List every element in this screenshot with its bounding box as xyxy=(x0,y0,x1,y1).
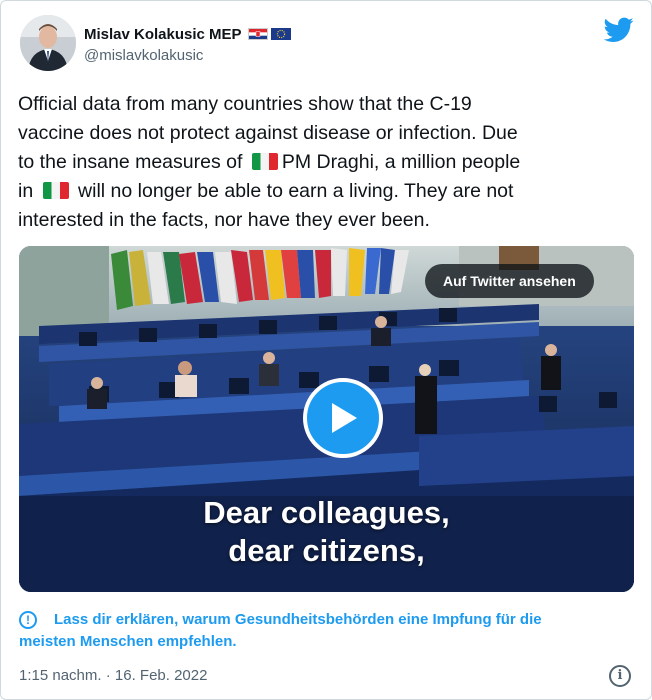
author-name-line: Mislav Kolakusic MEP xyxy=(84,24,291,44)
notice-line: Lass dir erklären, warum Gesundheitsbehö… xyxy=(54,611,542,628)
info-icon[interactable]: i xyxy=(609,665,631,687)
tweet-header: Mislav Kolakusic MEP @mislavkolakusic xyxy=(20,15,640,75)
tweet-line: interested in the facts, nor have they e… xyxy=(18,209,430,231)
author-handle[interactable]: @mislavkolakusic xyxy=(84,47,203,64)
video-player[interactable]: Auf Twitter ansehen Dear colleagues, dea… xyxy=(19,246,634,592)
health-info-link[interactable]: Lass dir erklären, warum Gesundheitsbehö… xyxy=(19,609,644,653)
flag-italy-icon xyxy=(251,153,278,170)
flag-eu-icon xyxy=(270,28,291,40)
video-subtitle-line: Dear colleagues, xyxy=(203,495,450,530)
tweet-fragment: in xyxy=(18,180,34,202)
play-button[interactable] xyxy=(303,378,383,458)
tweet-fragment: to the insane measures of xyxy=(18,151,243,173)
tweet-card: Mislav Kolakusic MEP @mislavkolakusic Of… xyxy=(0,0,652,700)
tweet-line: vaccine does not protect against disease… xyxy=(18,122,518,144)
tweet-line: to the insane measures of PM Draghi, a m… xyxy=(18,148,638,177)
author-name[interactable]: Mislav Kolakusic MEP xyxy=(84,26,242,43)
twitter-bird-icon[interactable] xyxy=(603,17,634,43)
tweet-fragment: PM Draghi, a million people xyxy=(281,151,521,173)
tweet-line: Official data from many countries show t… xyxy=(18,93,472,115)
watch-on-twitter-button[interactable]: Auf Twitter ansehen xyxy=(425,264,594,298)
avatar[interactable] xyxy=(20,15,76,71)
info-circle-icon: ! xyxy=(19,611,37,629)
tweet-line: in will no longer be able to earn a livi… xyxy=(18,177,638,206)
tweet-timestamp[interactable]: 1:15 nachm. · 16. Feb. 2022 xyxy=(19,667,207,684)
play-icon xyxy=(332,403,357,433)
notice-line: meisten Menschen empfehlen. xyxy=(19,633,237,650)
video-subtitle-line: dear citizens, xyxy=(228,533,425,568)
flag-croatia-icon xyxy=(247,28,268,40)
tweet-fragment: will no longer be able to earn a living.… xyxy=(78,180,514,202)
flag-italy-icon xyxy=(42,182,69,199)
tweet-text: Official data from many countries show t… xyxy=(18,90,638,235)
